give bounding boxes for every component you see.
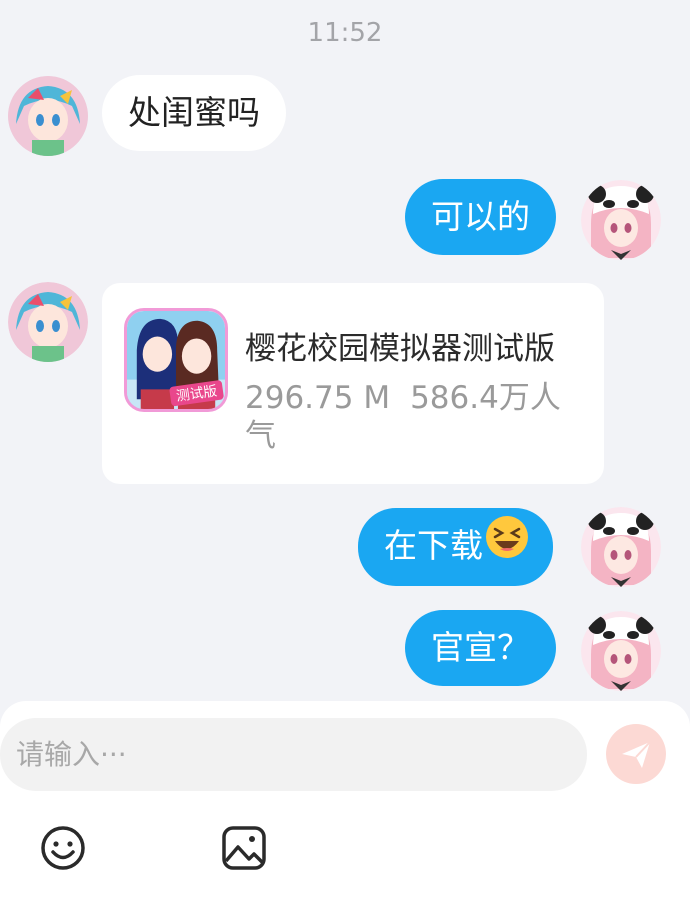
image-icon	[222, 826, 266, 870]
timestamp: 11:52	[307, 18, 383, 48]
emoji-icon	[41, 826, 85, 870]
image-button[interactable]	[221, 825, 267, 871]
emoji-button[interactable]	[40, 825, 86, 871]
send-icon	[622, 741, 651, 768]
grinning-squint-emoji-icon	[485, 510, 529, 586]
message-bubble-outgoing[interactable]: 可以的	[405, 179, 556, 255]
message-input[interactable]: 请输入···	[0, 718, 587, 791]
message-bubble-outgoing[interactable]: 官宣？	[405, 610, 556, 686]
app-meta: 296.75 M 586.4万人气	[245, 379, 590, 455]
app-share-card[interactable]: 测试版 樱花校园模拟器测试版 296.75 M 586.4万人气	[102, 283, 604, 484]
message-text: 在下载	[384, 526, 483, 565]
send-button[interactable]	[606, 724, 666, 784]
app-icon[interactable]: 测试版	[124, 308, 228, 412]
friend-avatar[interactable]	[8, 76, 88, 156]
message-bubble-outgoing[interactable]: 在下载	[358, 508, 553, 586]
message-bubble-incoming[interactable]: 处闺蜜吗	[102, 75, 286, 151]
app-name: 樱花校园模拟器测试版	[245, 331, 555, 367]
app-size: 296.75 M	[245, 380, 391, 416]
composer: 请输入···	[0, 701, 690, 907]
my-avatar[interactable]	[581, 180, 661, 260]
my-avatar[interactable]	[581, 611, 661, 691]
friend-avatar[interactable]	[8, 282, 88, 362]
my-avatar[interactable]	[581, 507, 661, 587]
